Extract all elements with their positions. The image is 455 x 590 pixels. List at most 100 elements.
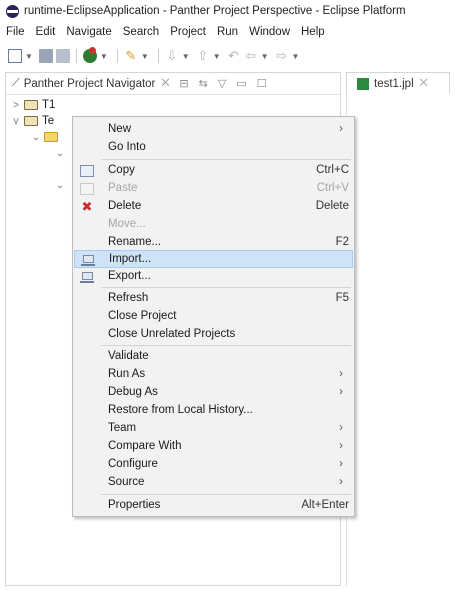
menu-item-label: Validate — [108, 350, 149, 362]
menu-item-label: Close Unrelated Projects — [108, 328, 236, 340]
menu-item-close-unrelated-projects[interactable]: Close Unrelated Projects — [74, 326, 353, 344]
submenu-arrow-icon: › — [339, 422, 343, 434]
new-dropdown-icon[interactable]: ▼ — [25, 52, 33, 61]
previous-annotation-dropdown-icon[interactable]: ▼ — [213, 52, 221, 61]
menu-item-label: Team — [108, 422, 137, 434]
annotation-icon[interactable]: ✎ — [124, 49, 138, 63]
menu-item-configure[interactable]: Configure › — [74, 456, 353, 474]
menu-item-compare-with[interactable]: Compare With › — [74, 438, 353, 456]
menu-help[interactable]: Help — [301, 26, 325, 38]
jpl-file-icon — [357, 77, 369, 90]
menu-item-label: Run As — [108, 368, 146, 380]
menu-item-copy[interactable]: Copy Ctrl+C — [74, 162, 353, 180]
copy-icon — [80, 165, 94, 177]
menu-item-source[interactable]: Source › — [74, 474, 353, 492]
menu-item-import[interactable]: Import... — [74, 250, 353, 268]
collapse-icon[interactable]: ⌄ — [54, 180, 66, 191]
tree-item-label: Te — [42, 115, 55, 127]
menu-item-label: Configure — [108, 458, 158, 470]
menu-file[interactable]: File — [6, 26, 25, 38]
menu-item-label: Delete — [108, 200, 142, 212]
debug-icon[interactable] — [82, 47, 97, 63]
menu-item-team[interactable]: Team › — [74, 420, 353, 438]
back-icon[interactable]: ⇦ — [244, 49, 258, 63]
annotation-dropdown-icon[interactable]: ▼ — [141, 52, 149, 61]
close-icon[interactable]: ⨉ — [161, 78, 169, 89]
menu-separator — [101, 159, 351, 160]
maximize-icon[interactable]: ☐ — [257, 77, 267, 90]
submenu-arrow-icon: › — [339, 458, 343, 470]
menu-item-shortcut: Ctrl+V — [316, 182, 349, 194]
toolbar-separator — [75, 49, 77, 63]
export-icon — [80, 271, 94, 283]
menu-item-shortcut: F5 — [335, 292, 349, 304]
menu-item-shortcut: Ctrl+C — [316, 164, 349, 176]
navigator-view-icon: ⟋ — [12, 77, 20, 89]
next-annotation-dropdown-icon[interactable]: ▼ — [182, 52, 190, 61]
submenu-arrow-icon: › — [339, 476, 343, 488]
eclipse-logo-icon — [6, 4, 19, 18]
folder-icon — [44, 132, 58, 142]
submenu-arrow-icon: › — [339, 440, 343, 452]
view-menu-icon[interactable]: ▽ — [218, 77, 226, 90]
editor-tab-test1[interactable]: test1.jpl ⨉ — [346, 72, 450, 94]
forward-icon[interactable]: ⇨ — [275, 49, 289, 63]
menu-item-validate[interactable]: Validate — [74, 348, 353, 366]
collapse-icon[interactable]: ⌄ — [54, 148, 66, 159]
editor-area[interactable] — [346, 94, 450, 586]
next-annotation-icon[interactable]: ⇩ — [165, 49, 179, 63]
minimize-icon[interactable]: ▭ — [236, 77, 246, 90]
menu-item-close-project[interactable]: Close Project — [74, 308, 353, 326]
menu-item-label: Import... — [109, 253, 152, 265]
menu-item-label: New — [108, 123, 132, 135]
tree-item-label: T1 — [42, 99, 56, 111]
close-icon[interactable]: ⨉ — [420, 78, 428, 89]
link-with-editor-icon[interactable]: ⇆ — [199, 77, 208, 90]
import-icon — [81, 254, 95, 266]
expand-icon[interactable]: > — [10, 100, 22, 111]
menu-item-go-into[interactable]: Go Into — [74, 139, 353, 157]
menu-item-new[interactable]: New › — [74, 121, 353, 139]
menu-item-run-as[interactable]: Run As › — [74, 366, 353, 384]
menu-item-move: Move... — [74, 216, 353, 234]
menu-item-label: Refresh — [108, 292, 149, 304]
menu-item-label: Go Into — [108, 141, 146, 153]
menu-project[interactable]: Project — [170, 26, 206, 38]
menu-search[interactable]: Search — [123, 26, 159, 38]
menu-item-label: Paste — [108, 182, 138, 194]
menu-navigate[interactable]: Navigate — [66, 26, 111, 38]
menu-item-restore-local-history[interactable]: Restore from Local History... — [74, 402, 353, 420]
navigator-tab[interactable]: ⟋ Panther Project Navigator ⨉ ⊟ ⇆ ▽ ▭ ☐ — [6, 73, 340, 95]
back-dropdown-icon[interactable]: ▼ — [261, 52, 269, 61]
menu-item-label: Rename... — [108, 236, 162, 248]
paste-icon — [80, 183, 94, 195]
save-all-icon[interactable] — [55, 49, 70, 63]
project-folder-icon — [24, 116, 38, 126]
submenu-arrow-icon: › — [339, 123, 343, 135]
menu-item-label: Close Project — [108, 310, 177, 322]
debug-dropdown-icon[interactable]: ▼ — [100, 52, 108, 61]
collapse-icon[interactable]: v — [10, 116, 22, 127]
collapse-icon[interactable]: ⌄ — [30, 132, 42, 143]
save-icon[interactable] — [38, 49, 53, 63]
menu-edit[interactable]: Edit — [36, 26, 56, 38]
menu-item-properties[interactable]: Properties Alt+Enter — [74, 497, 353, 515]
forward-dropdown-icon[interactable]: ▼ — [292, 52, 300, 61]
menu-item-debug-as[interactable]: Debug As › — [74, 384, 353, 402]
submenu-arrow-icon: › — [339, 368, 343, 380]
new-file-icon[interactable] — [8, 49, 22, 63]
submenu-arrow-icon: › — [339, 386, 343, 398]
menu-item-paste: Paste Ctrl+V — [74, 180, 353, 198]
previous-annotation-icon[interactable]: ⇧ — [196, 49, 210, 63]
last-edit-icon[interactable]: ↶ — [227, 49, 241, 63]
view-toolbar: ⊟ ⇆ ▽ ▭ ☐ — [179, 77, 266, 90]
menu-separator — [101, 345, 351, 346]
menu-item-delete[interactable]: ✖ Delete Delete — [74, 198, 353, 216]
menu-item-label: Move... — [108, 218, 146, 230]
menu-item-refresh[interactable]: Refresh F5 — [74, 290, 353, 308]
menu-run[interactable]: Run — [217, 26, 238, 38]
menu-item-export[interactable]: Export... — [74, 268, 353, 286]
menu-window[interactable]: Window — [249, 26, 290, 38]
tree-item-t1[interactable]: > T1 — [6, 97, 342, 113]
collapse-all-icon[interactable]: ⊟ — [179, 77, 188, 90]
